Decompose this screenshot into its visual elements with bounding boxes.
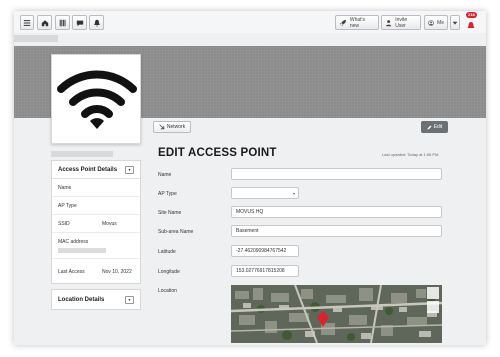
network-label: Network (166, 124, 186, 130)
top-bar: What's new Invite User Me 218 (14, 11, 486, 33)
name-label: Name (158, 172, 172, 178)
account-label: Me (437, 19, 444, 26)
access-point-photo (51, 54, 141, 144)
mac-address-placeholder (58, 247, 106, 253)
page-title: EDIT ACCESS POINT (158, 147, 277, 159)
access-point-details-header: Access Point Details ▾ (52, 161, 140, 179)
grid-icon (59, 19, 65, 26)
access-point-details-panel: Access Point Details ▾ Name AP Type SSID… (51, 160, 141, 284)
account-button[interactable]: Me (424, 15, 448, 30)
location-details-header: Location Details ▾ (52, 290, 140, 309)
name-input[interactable] (231, 168, 442, 180)
access-point-details-toggle[interactable]: ▾ (125, 165, 134, 174)
detail-row-last-access: Last Access Nov 10, 2022 (52, 259, 140, 285)
site-name-input[interactable]: MOVUS HQ (231, 206, 442, 218)
location-details-toggle[interactable]: ▾ (125, 295, 134, 304)
alarm-icon (467, 22, 475, 28)
bell-icon (93, 19, 100, 26)
detail-key: Name (58, 184, 72, 191)
chat-icon (76, 20, 83, 26)
longitude-input[interactable]: 153.02776917815208 (231, 265, 299, 277)
ap-name-placeholder (51, 151, 113, 157)
chevron-down-icon: ▾ (292, 191, 295, 196)
detail-value: Nov 10, 2022 (102, 268, 132, 275)
avatar-icon (428, 19, 434, 26)
detail-value: Movus (102, 220, 117, 227)
satellite-map-image (231, 285, 442, 343)
site-name-label: Site Name (158, 210, 182, 216)
sub-area-input[interactable]: Basement (231, 225, 442, 237)
messages-button[interactable] (72, 15, 87, 30)
breadcrumb-placeholder (14, 35, 58, 42)
caret-down-icon: ▾ (128, 167, 131, 172)
edit-button[interactable]: Edit (421, 121, 448, 133)
menu-icon (23, 19, 31, 26)
location-details-title: Location Details (58, 296, 105, 303)
detail-key: SSID (58, 220, 70, 227)
location-map[interactable] (231, 285, 442, 343)
last-updated: Last updated: Today at 1:56 PM (382, 152, 439, 157)
ap-type-select[interactable]: ▾ (231, 187, 299, 199)
rocket-icon (339, 19, 347, 26)
wifi-icon (57, 70, 137, 129)
location-label: Location (158, 288, 177, 294)
grid-button[interactable] (55, 15, 70, 30)
detail-row-ap-type: AP Type (52, 197, 140, 215)
latitude-label: Latitude (158, 249, 176, 255)
network-icon (159, 124, 165, 130)
whats-new-button[interactable]: What's new (335, 15, 379, 30)
location-details-panel: Location Details ▾ (51, 289, 141, 310)
edit-label: Edit (433, 124, 443, 130)
alarm-button[interactable] (466, 17, 476, 29)
detail-key: Last Access (58, 269, 85, 275)
longitude-label: Longitude (158, 269, 180, 275)
edit-icon (427, 125, 432, 129)
ap-type-label: AP Type (158, 191, 177, 197)
whats-new-label: What's new (349, 16, 365, 29)
sub-area-label: Sub-area Name (158, 229, 194, 235)
menu-button[interactable] (20, 15, 34, 30)
account-dropdown-button[interactable] (450, 15, 460, 30)
app-window: What's new Invite User Me 218 Network Ed… (14, 11, 486, 345)
detail-row-name: Name (52, 179, 140, 197)
detail-key: AP Type (58, 202, 77, 209)
detail-row-ssid: SSID Movus (52, 215, 140, 233)
notification-badge: 218 (466, 12, 477, 18)
invite-user-label: Invite User (395, 16, 408, 29)
invite-user-button[interactable]: Invite User (381, 15, 421, 30)
network-button[interactable]: Network (153, 121, 191, 133)
notifications-button[interactable] (89, 15, 104, 30)
detail-row-mac: MAC address (52, 233, 140, 259)
home-button[interactable] (37, 15, 52, 30)
access-point-details-title: Access Point Details (58, 166, 118, 173)
caret-down-icon: ▾ (128, 297, 131, 302)
latitude-input[interactable]: -27.462090984767542 (231, 245, 299, 257)
chevron-down-icon (452, 21, 458, 25)
detail-key: MAC address (58, 238, 89, 245)
user-icon (386, 19, 392, 26)
home-icon (41, 19, 48, 26)
